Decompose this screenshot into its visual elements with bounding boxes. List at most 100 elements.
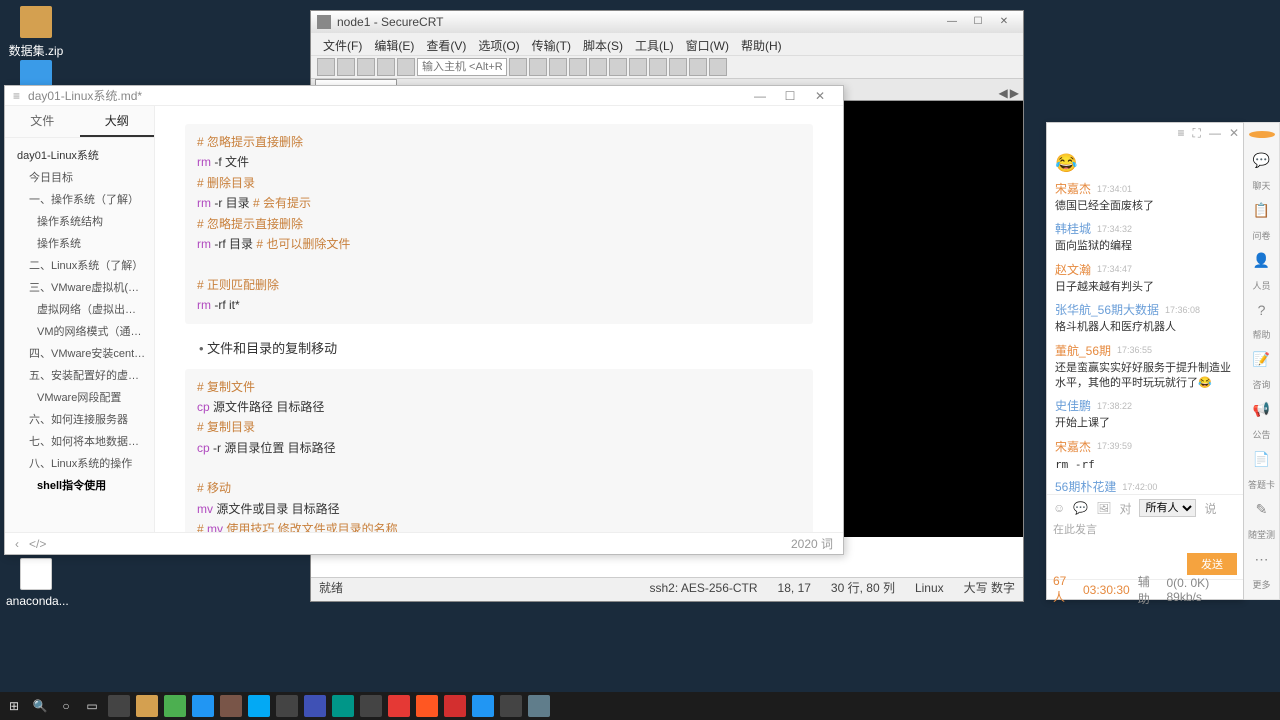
toolbar-icon[interactable] (549, 58, 567, 76)
toolbar-icon[interactable] (569, 58, 587, 76)
toolbar-icon[interactable] (397, 58, 415, 76)
taskbar-app[interactable] (248, 695, 270, 717)
outline-item[interactable]: 操作系统结构 (5, 210, 154, 232)
taskbar-app[interactable] (500, 695, 522, 717)
outline-item[interactable]: 操作系统 (5, 232, 154, 254)
chat-textbox[interactable]: 在此发言 (1053, 521, 1237, 549)
menu-icon[interactable]: ≡ (13, 89, 20, 103)
taskbar-app[interactable] (388, 695, 410, 717)
host-input[interactable] (417, 58, 507, 76)
side-people-icon[interactable]: 👤 (1252, 252, 1272, 269)
taskbar-app[interactable] (136, 695, 158, 717)
menu-item[interactable]: 工具(L) (631, 35, 678, 53)
taskbar-app[interactable] (304, 695, 326, 717)
toolbar-icon[interactable] (509, 58, 527, 76)
toolbar-icon[interactable] (317, 58, 335, 76)
menu-item[interactable]: 帮助(H) (737, 35, 786, 53)
side-test-icon[interactable]: ✎ (1252, 501, 1272, 518)
toolbar-icon[interactable] (377, 58, 395, 76)
taskview-icon[interactable]: ▭ (82, 696, 102, 716)
chat-icon[interactable]: 💬 (1073, 501, 1088, 515)
side-help-icon[interactable]: ? (1252, 302, 1272, 318)
outline-item[interactable]: 四、VMware安装centos系统（了解） (5, 342, 154, 364)
minimize-button[interactable]: — (745, 89, 775, 103)
taskbar-app[interactable] (360, 695, 382, 717)
menu-item[interactable]: 查看(V) (422, 35, 470, 53)
side-answer-icon[interactable]: 📄 (1252, 451, 1272, 468)
toolbar-icon[interactable] (669, 58, 687, 76)
cortana-icon[interactable]: ○ (56, 696, 76, 716)
toolbar-icon[interactable] (649, 58, 667, 76)
emoji-icon[interactable]: ☺ (1053, 501, 1065, 515)
side-more-icon[interactable]: ⋯ (1252, 551, 1272, 568)
expand-icon[interactable]: ⛶ (1193, 126, 1201, 141)
menu-item[interactable]: 编辑(E) (370, 35, 418, 53)
search-icon[interactable]: 🔍 (30, 696, 50, 716)
back-icon[interactable]: ‹ (15, 537, 19, 551)
avatar[interactable] (1249, 131, 1275, 138)
close-button[interactable]: ✕ (991, 14, 1017, 30)
outline-item[interactable]: 八、Linux系统的操作 (5, 452, 154, 474)
side-survey-icon[interactable]: 📋 (1252, 202, 1272, 219)
menu-item[interactable]: 传输(T) (528, 35, 575, 53)
taskbar-app[interactable] (108, 695, 130, 717)
taskbar-app[interactable] (332, 695, 354, 717)
outline-item[interactable]: 二、Linux系统（了解） (5, 254, 154, 276)
editor-content[interactable]: # 忽略提示直接删除 rm -f 文件 # 删除目录 rm -r 目录 # 会有… (155, 106, 843, 532)
outline-item[interactable]: VMware网段配置 (5, 386, 154, 408)
close-icon[interactable]: ✕ (1229, 126, 1239, 140)
outline-item[interactable]: 今日目标 (5, 166, 154, 188)
toolbar-icon[interactable] (529, 58, 547, 76)
start-button[interactable]: ⊞ (4, 696, 24, 716)
editor-titlebar[interactable]: ≡ day01-Linux系统.md* — ☐ ✕ (5, 86, 843, 106)
menu-item[interactable]: 脚本(S) (579, 35, 627, 53)
toolbar-icon[interactable] (337, 58, 355, 76)
outline-item[interactable]: shell指令使用 (5, 474, 154, 496)
toolbar-icon[interactable] (589, 58, 607, 76)
taskbar-app[interactable] (528, 695, 550, 717)
taskbar-app[interactable] (416, 695, 438, 717)
toolbar-icon[interactable] (357, 58, 375, 76)
outline-item[interactable]: VM的网络模式（通讯方式） (5, 320, 154, 342)
taskbar-app[interactable] (192, 695, 214, 717)
menu-item[interactable]: 窗口(W) (682, 35, 733, 53)
outline-item[interactable]: 五、安装配置好的虚拟机（了解） (5, 364, 154, 386)
menu-item[interactable]: 选项(O) (474, 35, 523, 53)
taskbar-app[interactable] (444, 695, 466, 717)
close-button[interactable]: ✕ (805, 89, 835, 103)
side-notice-icon[interactable]: 📢 (1252, 401, 1272, 418)
minimize-icon[interactable]: — (1209, 126, 1221, 140)
recipient-select[interactable]: 所有人 (1139, 499, 1196, 517)
menu-item[interactable]: 文件(F) (319, 35, 366, 53)
crt-titlebar[interactable]: node1 - SecureCRT — ☐ ✕ (311, 11, 1023, 33)
taskbar-app[interactable] (220, 695, 242, 717)
side-chat-icon[interactable]: 💬 (1252, 152, 1272, 169)
desktop-icon[interactable]: 数据集.zip (6, 6, 66, 59)
desktop-icon[interactable]: anaconda... (6, 558, 66, 608)
taskbar-app[interactable] (164, 695, 186, 717)
outline-item[interactable]: 虚拟网络（虚拟出一个网卡） (5, 298, 154, 320)
outline-item[interactable]: 一、操作系统（了解） (5, 188, 154, 210)
minimize-button[interactable]: — (939, 14, 965, 30)
send-button[interactable]: 发送 (1187, 553, 1237, 575)
outline-item[interactable]: day01-Linux系统 (5, 144, 154, 166)
toolbar-icon[interactable] (629, 58, 647, 76)
outline-item[interactable]: 七、如何将本地数据文件上传到服务器上 (5, 430, 154, 452)
menu-icon[interactable]: ≡ (1178, 126, 1185, 140)
side-consult-icon[interactable]: 📝 (1252, 351, 1272, 368)
chat-messages[interactable]: 😂宋嘉杰17:34:01德国已经全面废核了韩桂城17:34:32面向监狱的编程赵… (1047, 143, 1243, 494)
outline-item[interactable]: 六、如何连接服务器 (5, 408, 154, 430)
outline-item[interactable]: 三、VMware虚拟机(了解) (5, 276, 154, 298)
image-icon[interactable]: 🖼 (1096, 501, 1111, 515)
tab-scroll-right-icon[interactable]: ▶ (1010, 86, 1019, 100)
toolbar-icon[interactable] (609, 58, 627, 76)
outline-list[interactable]: day01-Linux系统今日目标一、操作系统（了解）操作系统结构操作系统二、L… (5, 138, 154, 532)
taskbar-app[interactable] (276, 695, 298, 717)
taskbar-app[interactable] (472, 695, 494, 717)
maximize-button[interactable]: ☐ (775, 89, 805, 103)
toolbar-icon[interactable] (689, 58, 707, 76)
tab-outline[interactable]: 大纲 (80, 106, 155, 137)
tab-file[interactable]: 文件 (5, 106, 80, 137)
toolbar-icon[interactable] (709, 58, 727, 76)
tab-scroll-left-icon[interactable]: ◀ (999, 86, 1008, 100)
